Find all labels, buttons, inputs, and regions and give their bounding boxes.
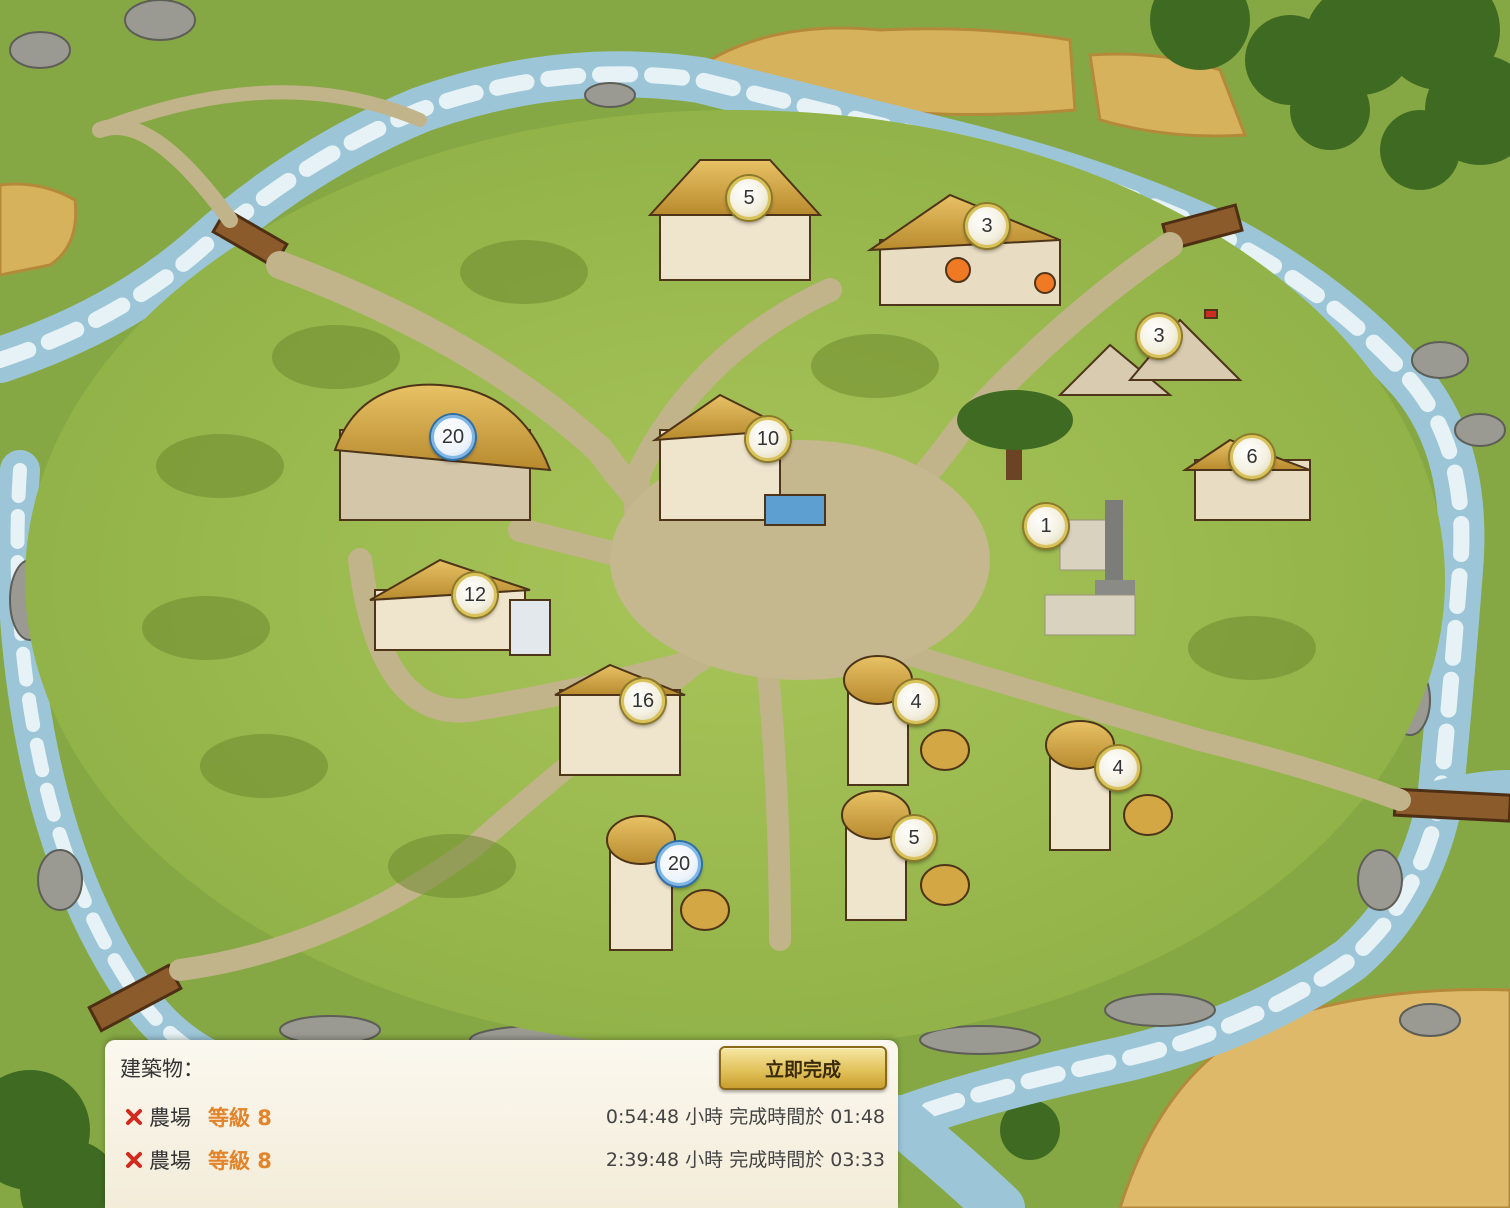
level-badge-tavern[interactable]: 5 [727, 176, 771, 220]
level-badge-workshop[interactable]: 10 [746, 417, 790, 461]
queue-item: 農場 等級 8 0:54:48 小時 完成時間於 01:48 [123, 1102, 885, 1132]
finish-now-button[interactable]: 立即完成 [719, 1046, 887, 1090]
queue-item: 農場 等級 8 2:39:48 小時 完成時間於 03:33 [123, 1145, 885, 1175]
level-badge-granary[interactable]: 4 [1096, 746, 1140, 790]
queue-item-name: 農場 [149, 1106, 191, 1130]
level-badge-barracks[interactable]: 3 [1137, 314, 1181, 358]
level-badge-warehouse[interactable]: 16 [621, 679, 665, 723]
level-badge-farm[interactable]: 12 [453, 573, 497, 617]
cancel-icon[interactable] [123, 1149, 145, 1171]
queue-item-name: 農場 [149, 1149, 191, 1173]
queue-item-time: 2:39:48 小時 完成時間於 03:33 [605, 1149, 885, 1171]
queue-item-time: 0:54:48 小時 完成時間於 01:48 [605, 1106, 885, 1128]
level-badge-granary[interactable]: 4 [894, 680, 938, 724]
level-badge-town-hall[interactable]: 20 [431, 415, 475, 459]
cancel-icon[interactable] [123, 1106, 145, 1128]
queue-item-level: 等級 8 [208, 1106, 272, 1130]
level-badge-granary[interactable]: 20 [657, 842, 701, 886]
build-queue-panel: 建築物： 立即完成 農場 等級 8 0:54:48 小時 完成時間於 01:48… [105, 1040, 898, 1208]
level-badge-granary[interactable]: 5 [892, 816, 936, 860]
level-badge-stable[interactable]: 6 [1230, 435, 1274, 479]
level-badge-blacksmith[interactable]: 3 [965, 204, 1009, 248]
level-badge-statue[interactable]: 1 [1024, 504, 1068, 548]
queue-title: 建築物： [120, 1057, 204, 1081]
queue-item-level: 等級 8 [208, 1149, 272, 1173]
